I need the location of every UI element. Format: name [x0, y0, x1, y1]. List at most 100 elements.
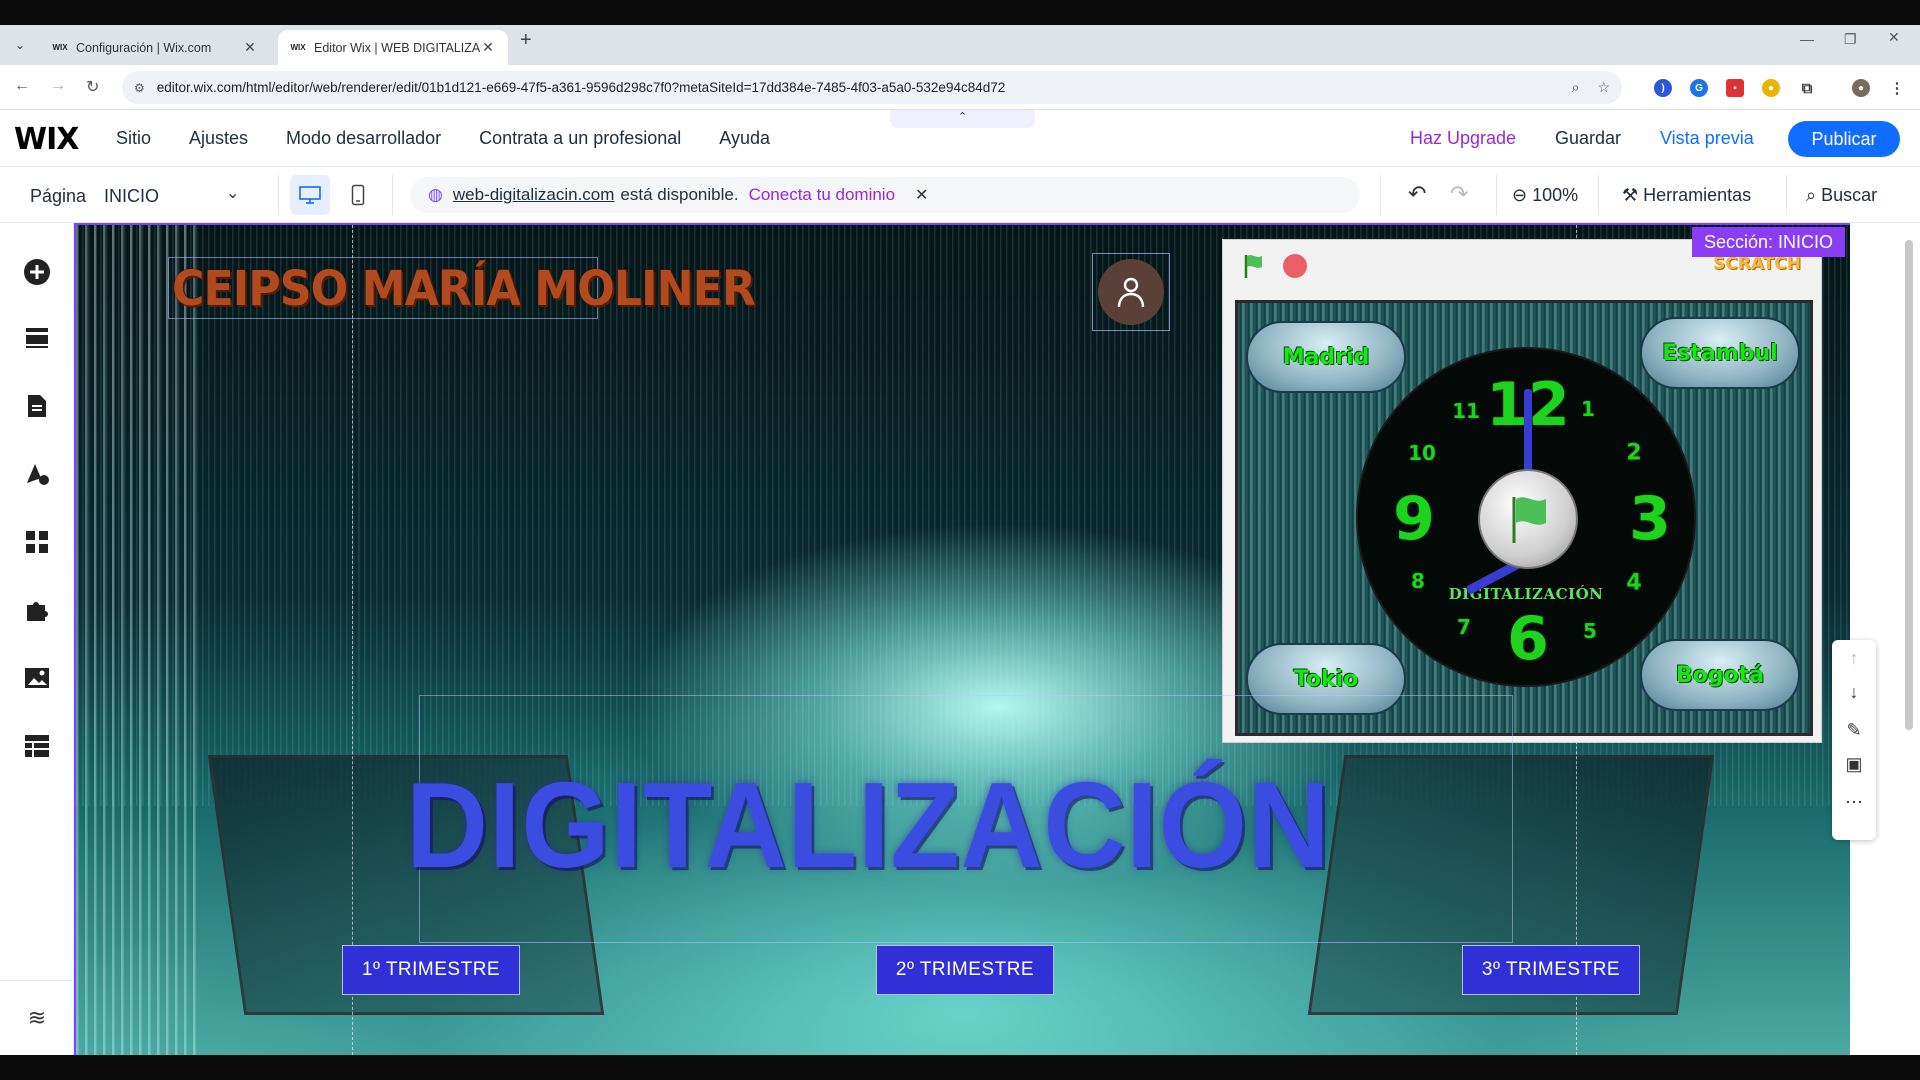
cms-icon[interactable]: [22, 731, 52, 761]
address-bar-row: ← → ↻ ⚙ editor.wix.com/html/editor/web/r…: [0, 65, 1920, 110]
desktop-view-button[interactable]: [290, 175, 330, 215]
browser-tab-configuracion[interactable]: WIX Configuración | Wix.com ✕: [40, 30, 270, 65]
background-binary-column: [76, 225, 196, 1055]
layout-icon[interactable]: ▣: [1832, 754, 1876, 775]
trimester-1-button[interactable]: 1º TRIMESTRE: [342, 945, 520, 995]
menu-sitio[interactable]: Sitio: [116, 128, 151, 149]
more-actions-icon[interactable]: ⋯: [1832, 792, 1876, 813]
mobile-view-button[interactable]: [342, 175, 374, 215]
plus-circle-icon: [24, 259, 50, 285]
back-arrow-icon[interactable]: ←: [14, 77, 30, 95]
mobile-icon: [351, 184, 365, 206]
clock-number-6: 6: [1507, 604, 1549, 674]
clock-number-5: 5: [1583, 619, 1597, 643]
upgrade-link[interactable]: Haz Upgrade: [1410, 128, 1516, 149]
tab-label: Editor Wix | WEB DIGITALIZACI: [314, 40, 480, 55]
zoom-icon[interactable]: ⌕: [1572, 79, 1580, 96]
zoom-control[interactable]: ⊖ 100%: [1512, 185, 1578, 206]
browser-tab-editor[interactable]: WIX Editor Wix | WEB DIGITALIZACI ✕: [278, 30, 508, 65]
search-button[interactable]: ⌕ Buscar: [1806, 185, 1877, 206]
tab-search-button[interactable]: ⌄: [8, 33, 32, 57]
clock-number-8: 8: [1411, 569, 1425, 593]
canvas-scrollbar[interactable]: [1905, 240, 1913, 730]
section-label[interactable]: Sección: INICIO: [1692, 227, 1846, 257]
divider: [1598, 175, 1599, 215]
zoom-value: 100%: [1532, 185, 1579, 205]
menu-contrata-profesional[interactable]: Contrata a un profesional: [479, 128, 681, 149]
browser-menu-icon[interactable]: ⋮: [1888, 79, 1906, 97]
divider: [392, 175, 393, 215]
close-tab-icon[interactable]: ✕: [480, 39, 496, 56]
divider: [1786, 175, 1787, 215]
sections-icon[interactable]: [22, 323, 52, 353]
close-tab-icon[interactable]: ✕: [242, 39, 258, 56]
wix-logo[interactable]: WIX: [14, 122, 79, 157]
page-selector[interactable]: INICIO: [104, 186, 244, 207]
site-info-icon[interactable]: ⚙: [134, 81, 145, 95]
extension-red-icon[interactable]: ▪: [1726, 79, 1744, 97]
site-design-icon[interactable]: [22, 459, 52, 489]
layers-icon[interactable]: ≋: [22, 1005, 52, 1035]
city-button-madrid[interactable]: Madrid: [1246, 321, 1406, 393]
extension-g-icon[interactable]: G: [1690, 79, 1708, 97]
restore-icon[interactable]: ❐: [1844, 31, 1857, 48]
sections-shape-icon: [26, 328, 48, 348]
green-flag-icon[interactable]: [1241, 252, 1269, 285]
reload-icon[interactable]: ↻: [86, 77, 99, 97]
chevron-down-icon[interactable]: ⌄: [226, 183, 239, 203]
publish-button[interactable]: Publicar: [1788, 121, 1900, 157]
save-button[interactable]: Guardar: [1555, 128, 1621, 149]
close-banner-icon[interactable]: ✕: [915, 185, 928, 205]
domain-banner: ◍ web-digitalizacin.com está disponible.…: [410, 177, 1360, 213]
add-elements-icon[interactable]: [22, 257, 52, 287]
extensions-puzzle-icon[interactable]: ⧉: [1798, 79, 1816, 97]
redo-icon[interactable]: ↷: [1450, 181, 1468, 207]
wix-editor-toolbar: Página INICIO ⌄ ◍ web-digitalizacin.com …: [0, 167, 1920, 223]
headline[interactable]: DIGITALIZACIÓN: [406, 755, 1331, 895]
city-button-bogota[interactable]: Bogotá: [1640, 639, 1800, 711]
extension-wave-icon[interactable]: ): [1654, 79, 1672, 97]
collapse-toolbar-chevron-icon[interactable]: ⌃: [890, 110, 1035, 128]
trimester-3-button[interactable]: 3º TRIMESTRE: [1462, 945, 1640, 995]
new-tab-button[interactable]: +: [520, 29, 532, 52]
section-actions-panel: ↑ ↓ ✎ ▣ ⋯: [1832, 640, 1876, 840]
stop-icon[interactable]: [1283, 254, 1307, 278]
puzzle-icon: [27, 602, 48, 621]
connect-domain-link[interactable]: Conecta tu dominio: [749, 185, 895, 205]
forward-arrow-icon[interactable]: →: [50, 77, 66, 95]
tools-button[interactable]: ⚒ Herramientas: [1622, 185, 1751, 206]
profile-avatar-icon[interactable]: ●: [1852, 79, 1870, 97]
preview-button[interactable]: Vista previa: [1660, 128, 1754, 149]
scratch-stage[interactable]: Madrid Estambul Tokio Bogotá 12 1 2 3 4 …: [1235, 300, 1813, 736]
domain-link[interactable]: web-digitalizacin.com: [453, 185, 615, 205]
zoom-out-icon: ⊖: [1512, 185, 1533, 205]
business-apps-icon[interactable]: [22, 595, 52, 625]
trimester-2-button[interactable]: 2º TRIMESTRE: [876, 945, 1054, 995]
bookmark-star-icon[interactable]: ☆: [1597, 79, 1610, 96]
scratch-embed[interactable]: SCRATCH Madrid Estambul Tokio Bogotá 12 …: [1222, 239, 1822, 743]
member-login-avatar[interactable]: [1098, 259, 1164, 325]
url-field[interactable]: ⚙ editor.wix.com/html/editor/web/rendere…: [122, 71, 1622, 104]
site-title[interactable]: CEIPSO MARÍA MOLINER: [172, 261, 756, 317]
media-icon[interactable]: [22, 663, 52, 693]
clock-number-9: 9: [1393, 484, 1435, 554]
wix-favicon-icon: WIX: [290, 43, 306, 52]
left-tool-rail: ≋: [0, 223, 74, 1055]
city-button-estambul[interactable]: Estambul: [1640, 317, 1800, 389]
url-text: editor.wix.com/html/editor/web/renderer/…: [156, 80, 1006, 95]
edit-pencil-icon[interactable]: ✎: [1832, 720, 1876, 741]
apps-icon[interactable]: [22, 527, 52, 557]
menu-modo-desarrollador[interactable]: Modo desarrollador: [286, 128, 441, 149]
menu-ajustes[interactable]: Ajustes: [189, 128, 248, 149]
editor-canvas[interactable]: CEIPSO MARÍA MOLINER SCRATCH Madrid Esta…: [74, 223, 1850, 1055]
divider: [0, 980, 74, 981]
minimize-icon[interactable]: —: [1800, 31, 1814, 47]
move-down-icon[interactable]: ↓: [1832, 682, 1876, 703]
pages-icon[interactable]: [22, 391, 52, 421]
menu-ayuda[interactable]: Ayuda: [719, 128, 770, 149]
search-label: Buscar: [1821, 185, 1878, 205]
move-up-icon[interactable]: ↑: [1832, 648, 1876, 669]
window-close-icon[interactable]: ✕: [1888, 29, 1900, 46]
extension-yellow-icon[interactable]: ●: [1762, 79, 1780, 97]
undo-icon[interactable]: ↶: [1408, 181, 1426, 207]
